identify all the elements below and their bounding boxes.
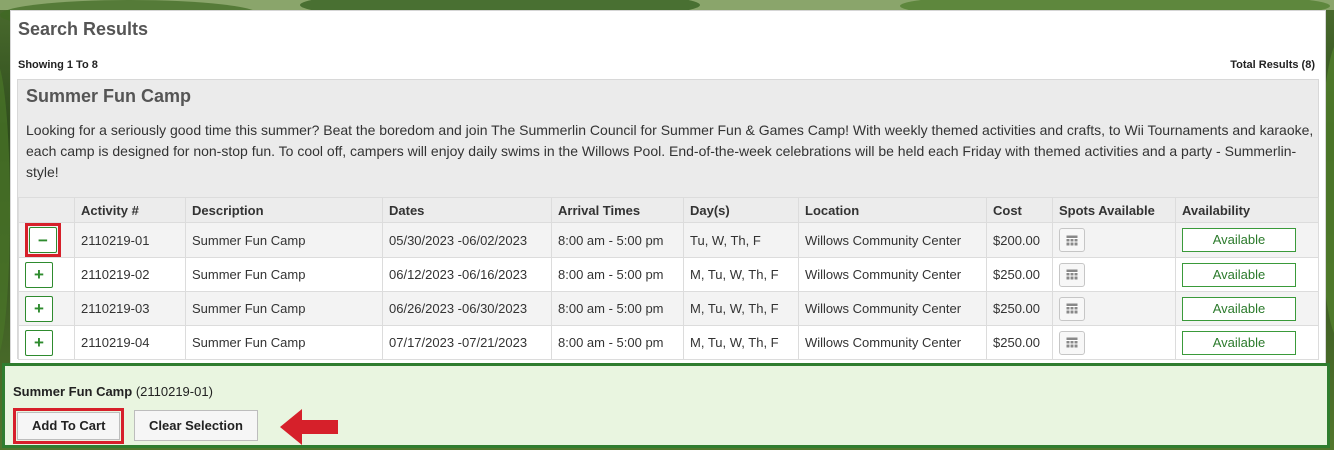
activity-description: Summer Fun Camp [185, 222, 383, 258]
spots-available-button[interactable] [1059, 296, 1085, 321]
spots-cell [1052, 222, 1176, 258]
activity-description: Summer Fun Camp [185, 291, 383, 326]
activity-location: Willows Community Center [798, 291, 987, 326]
activity-times: 8:00 am - 5:00 pm [551, 222, 684, 258]
add-to-cart-button[interactable]: Add To Cart [17, 412, 121, 440]
col-header-description: Description [185, 197, 383, 223]
activity-dates: 05/30/2023 -06/02/2023 [382, 222, 552, 258]
col-header-activity: Activity # [74, 197, 186, 223]
col-header-cost: Cost [986, 197, 1053, 223]
availability-cell: Available [1175, 325, 1319, 360]
left-arrow-icon [280, 409, 338, 445]
activity-times: 8:00 am - 5:00 pm [551, 325, 684, 360]
activity-description: Summer Fun Camp [185, 257, 383, 292]
activity-number: 2110219-02 [74, 257, 186, 292]
expand-button[interactable]: + [25, 295, 53, 322]
col-header-toggle [18, 197, 75, 223]
activity-days: Tu, W, Th, F [683, 222, 799, 258]
expand-button[interactable]: + [25, 261, 53, 288]
col-header-spots: Spots Available [1052, 197, 1176, 223]
availability-button[interactable]: Available [1182, 296, 1296, 321]
table-row: + 2110219-04 Summer Fun Camp 07/17/2023 … [18, 325, 1319, 360]
availability-cell: Available [1175, 222, 1319, 258]
spots-cell [1052, 257, 1176, 292]
activity-times: 8:00 am - 5:00 pm [551, 291, 684, 326]
activity-location: Willows Community Center [798, 222, 987, 258]
clear-selection-button[interactable]: Clear Selection [134, 410, 258, 441]
selected-highlight: − [25, 223, 61, 257]
results-range: Showing 1 To 8 [18, 59, 98, 71]
table-header-row: Activity # Description Dates Arrival Tim… [18, 197, 1319, 223]
toggle-cell: − [18, 222, 75, 258]
activity-dates: 06/12/2023 -06/16/2023 [382, 257, 552, 292]
col-header-availability: Availability [1175, 197, 1319, 223]
expand-button[interactable]: + [25, 329, 53, 356]
activity-dates: 06/26/2023 -06/30/2023 [382, 291, 552, 326]
availability-cell: Available [1175, 257, 1319, 292]
toggle-cell: + [18, 257, 75, 292]
camp-title: Summer Fun Camp [26, 86, 192, 106]
collapse-button[interactable]: − [29, 227, 57, 253]
activity-number: 2110219-03 [74, 291, 186, 326]
col-header-days: Day(s) [683, 197, 799, 223]
activity-cost: $200.00 [986, 222, 1053, 258]
activity-location: Willows Community Center [798, 325, 987, 360]
toggle-cell: + [18, 325, 75, 360]
table-row: + 2110219-02 Summer Fun Camp 06/12/2023 … [18, 257, 1319, 292]
availability-button[interactable]: Available [1182, 262, 1296, 287]
calendar-grid-icon [1066, 303, 1078, 314]
spots-available-button[interactable] [1059, 228, 1085, 252]
activity-days: M, Tu, W, Th, F [683, 325, 799, 360]
table-row: − 2110219-01 Summer Fun Camp 05/30/2023 … [18, 222, 1319, 258]
activities-table: Activity # Description Dates Arrival Tim… [18, 197, 1319, 360]
camp-card: Summer Fun Camp Looking for a seriously … [17, 79, 1319, 360]
activity-number: 2110219-01 [74, 222, 186, 258]
activity-dates: 07/17/2023 -07/21/2023 [382, 325, 552, 360]
activity-description: Summer Fun Camp [185, 325, 383, 360]
selection-label: Summer Fun Camp (2110219-01) [13, 384, 213, 399]
col-header-location: Location [798, 197, 987, 223]
activity-cost: $250.00 [986, 325, 1053, 360]
selection-code: (2110219-01) [135, 384, 213, 399]
availability-button[interactable]: Available [1182, 228, 1296, 252]
camp-description: Looking for a seriously good time this s… [26, 122, 1314, 180]
activity-number: 2110219-04 [74, 325, 186, 360]
activity-cost: $250.00 [986, 257, 1053, 292]
search-results-panel: Search Results Showing 1 To 8 Total Resu… [10, 10, 1326, 365]
calendar-grid-icon [1066, 269, 1078, 280]
spots-cell [1052, 325, 1176, 360]
page-title: Search Results [18, 19, 149, 39]
col-header-arrival-times: Arrival Times [551, 197, 684, 223]
selection-name: Summer Fun Camp [13, 384, 133, 399]
table-row: + 2110219-03 Summer Fun Camp 06/26/2023 … [18, 291, 1319, 326]
background-foliage [0, 60, 10, 360]
selection-bar: Summer Fun Camp (2110219-01) Add To Cart… [2, 363, 1330, 448]
activity-days: M, Tu, W, Th, F [683, 291, 799, 326]
spots-available-button[interactable] [1059, 330, 1085, 355]
activity-days: M, Tu, W, Th, F [683, 257, 799, 292]
activity-cost: $250.00 [986, 291, 1053, 326]
activity-location: Willows Community Center [798, 257, 987, 292]
spots-cell [1052, 291, 1176, 326]
toggle-cell: + [18, 291, 75, 326]
activity-times: 8:00 am - 5:00 pm [551, 257, 684, 292]
calendar-grid-icon [1066, 337, 1078, 348]
results-total: Total Results (8) [1230, 59, 1315, 71]
availability-cell: Available [1175, 291, 1319, 326]
availability-button[interactable]: Available [1182, 330, 1296, 355]
col-header-dates: Dates [382, 197, 552, 223]
calendar-grid-icon [1066, 235, 1078, 246]
spots-available-button[interactable] [1059, 262, 1085, 287]
add-to-cart-highlight: Add To Cart [13, 408, 125, 444]
